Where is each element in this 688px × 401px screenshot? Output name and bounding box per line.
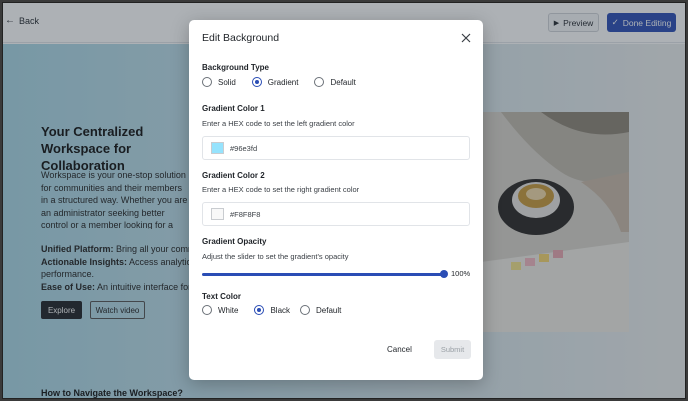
radio-circle[interactable]: [300, 305, 311, 315]
color-value: #96e3fd: [230, 143, 258, 153]
radio-white[interactable]: White: [202, 305, 238, 315]
slider-handle[interactable]: [440, 270, 448, 278]
gradient-color-1-input[interactable]: #96e3fd: [202, 136, 470, 160]
radio-circle[interactable]: [202, 77, 212, 87]
radio-circle-selected[interactable]: [254, 305, 265, 315]
radio-circle[interactable]: [202, 305, 212, 315]
gradient-color-2-input[interactable]: #F8F8F8: [202, 202, 470, 226]
cancel-button[interactable]: Cancel: [387, 345, 412, 354]
gradient-color-2-title: Gradient Color 2: [202, 171, 265, 180]
submit-button[interactable]: Submit: [434, 340, 471, 359]
background-type-title: Background Type: [202, 63, 269, 72]
color-value: #F8F8F8: [230, 209, 261, 219]
radio-gradient[interactable]: Gradient: [251, 77, 298, 87]
gradient-color-2-hint: Enter a HEX code to set the right gradie…: [202, 185, 360, 194]
text-color-title: Text Color: [202, 292, 241, 301]
color-swatch[interactable]: [211, 208, 224, 220]
radio-circle-selected[interactable]: [251, 77, 262, 87]
text-color-options: White Black Default: [202, 305, 341, 315]
gradient-color-1-title: Gradient Color 1: [202, 104, 265, 113]
radio-default[interactable]: Default: [300, 305, 341, 315]
dialog-title: Edit Background: [202, 32, 280, 44]
opacity-slider[interactable]: [202, 270, 448, 278]
app-window: ← Back ▶ Preview ✓ Done Editing Your Cen…: [2, 2, 686, 399]
edit-background-dialog: Edit Background Background Type Solid Gr…: [189, 20, 483, 380]
opacity-value: 100%: [451, 269, 471, 278]
radio-circle[interactable]: [314, 77, 325, 87]
background-type-options: Solid Gradient Default: [202, 77, 356, 87]
radio-solid[interactable]: Solid: [202, 77, 236, 87]
gradient-color-1-hint: Enter a HEX code to set the left gradien…: [202, 119, 355, 128]
radio-black[interactable]: Black: [254, 305, 290, 315]
gradient-opacity-title: Gradient Opacity: [202, 237, 267, 246]
color-swatch[interactable]: [211, 142, 224, 154]
close-icon[interactable]: [461, 33, 471, 43]
radio-default[interactable]: Default: [314, 77, 356, 87]
gradient-opacity-hint: Adjust the slider to set the gradient's …: [202, 252, 349, 261]
